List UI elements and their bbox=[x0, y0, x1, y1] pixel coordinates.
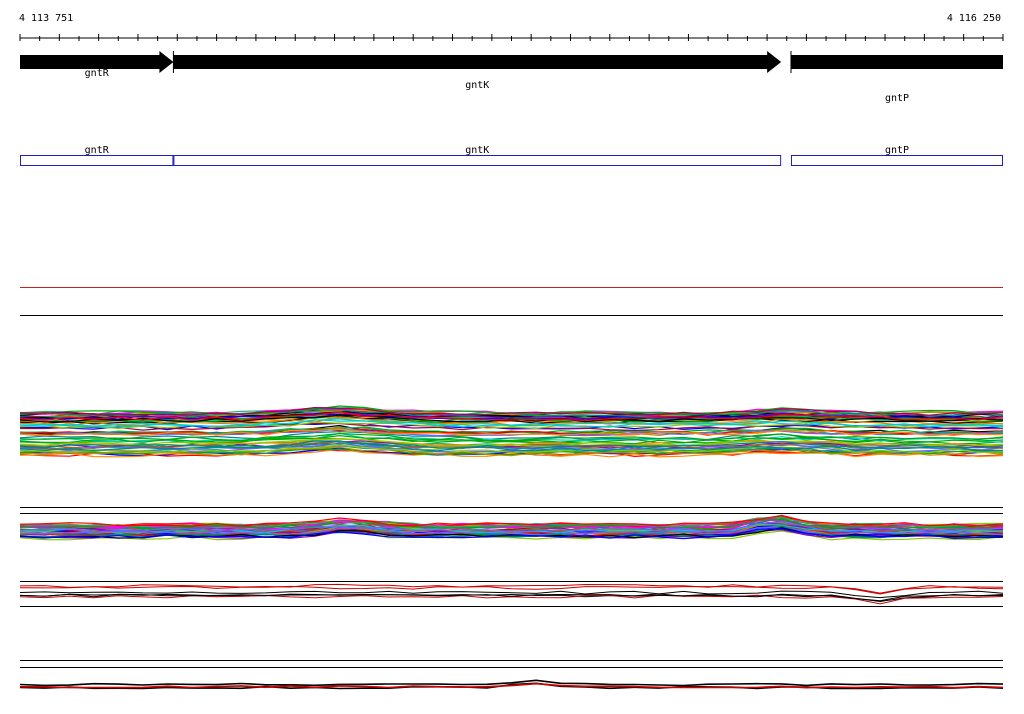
cds-box-gntK bbox=[173, 155, 782, 166]
profile-tracks bbox=[19, 405, 1004, 690]
cds-track: gntR gntK gntP bbox=[20, 145, 1004, 166]
marker-track bbox=[20, 287, 1003, 316]
gene-arrow-gntP bbox=[790, 55, 1003, 69]
cds-label-gntK: gntK bbox=[465, 145, 489, 156]
gene-label-gntR: gntR bbox=[85, 68, 110, 79]
cds-box-gntP bbox=[790, 155, 1004, 166]
gene-arrow-gntK bbox=[173, 51, 782, 73]
gene-label-gntP: gntP bbox=[885, 93, 909, 104]
coordinate-ruler bbox=[19, 34, 1004, 41]
cds-label-gntP: gntP bbox=[885, 145, 909, 156]
cds-box-gntR bbox=[20, 155, 174, 166]
cds-label-gntR: gntR bbox=[85, 145, 110, 156]
gene-label-gntK: gntK bbox=[465, 80, 489, 91]
genome-browser-canvas: gntR gntK gntP gntR gntK gntP bbox=[19, 34, 1004, 690]
gene-track: gntR gntK gntP bbox=[20, 51, 1003, 104]
